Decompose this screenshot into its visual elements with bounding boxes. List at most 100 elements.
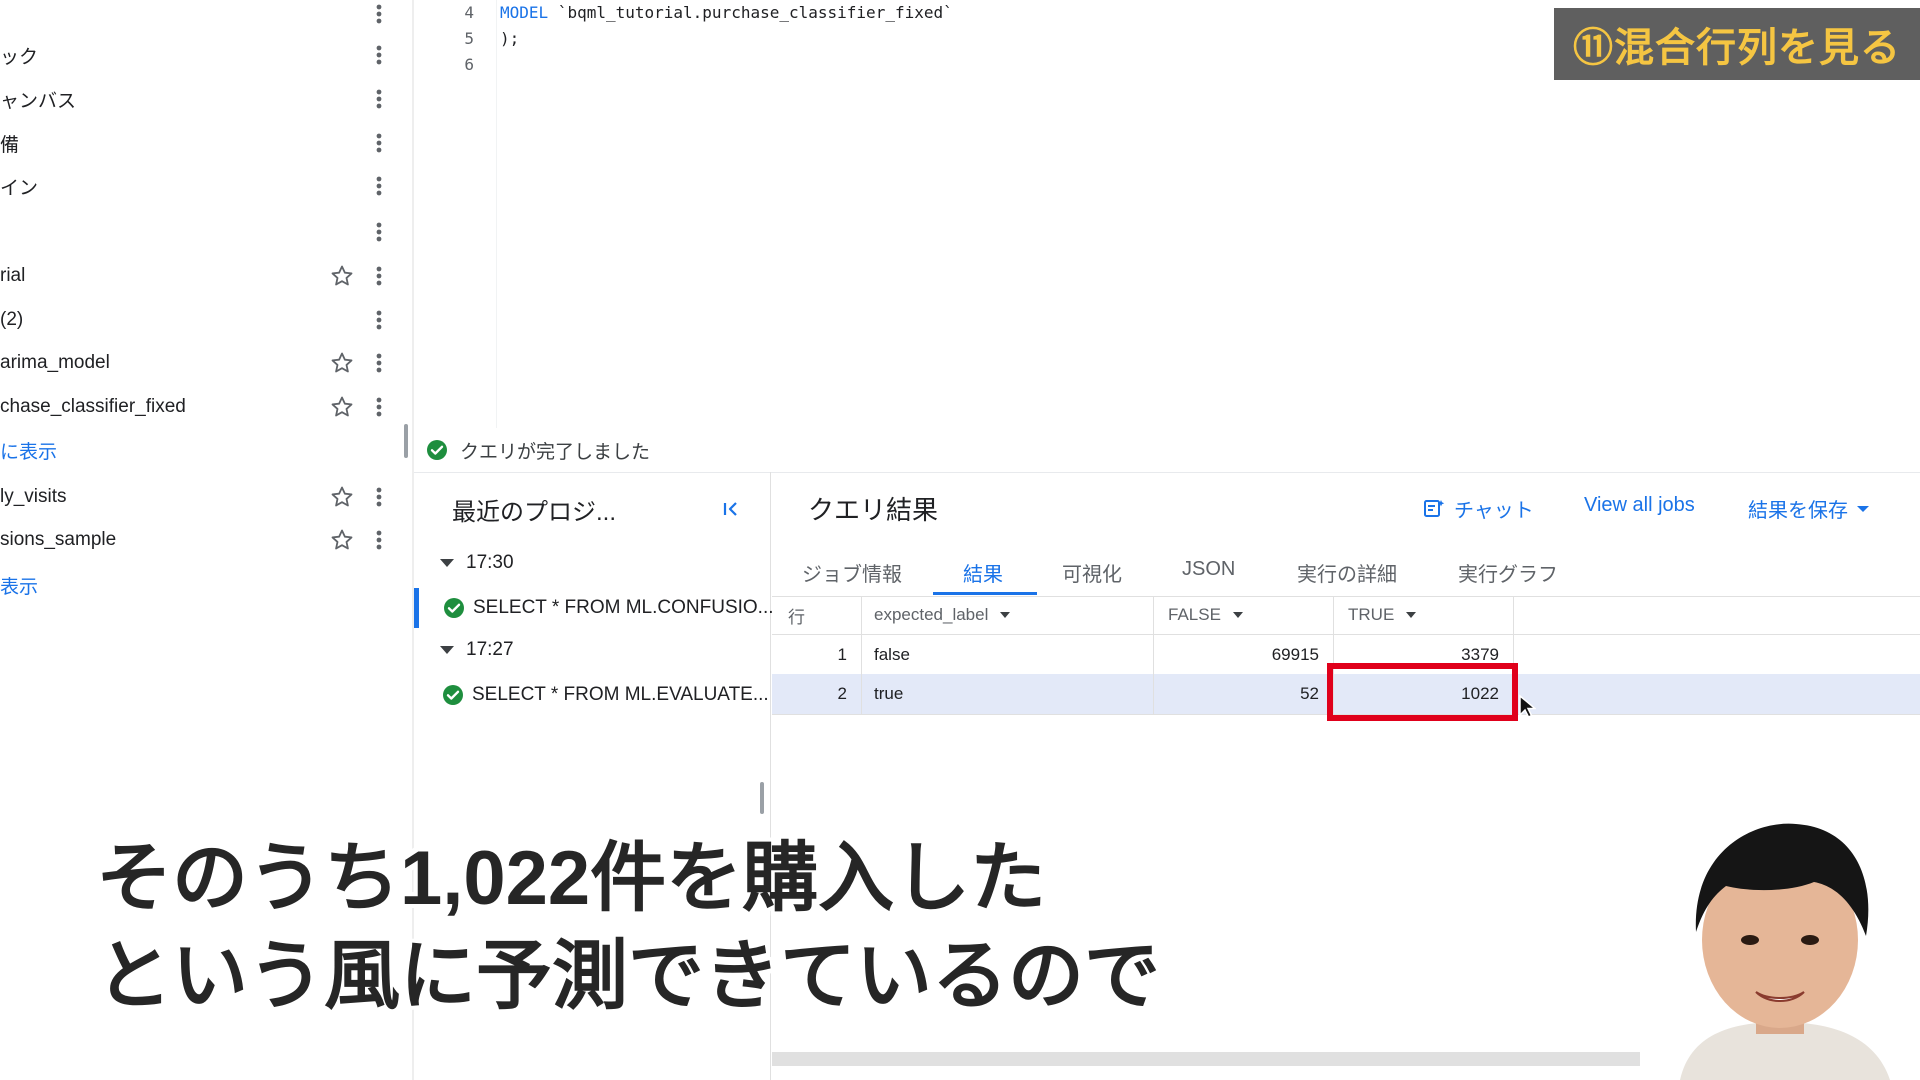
query-status-bar: クエリが完了しました <box>414 428 1920 473</box>
view-all-jobs-label: View all jobs <box>1584 494 1695 516</box>
tab-execution-details[interactable]: 実行の詳細 <box>1297 558 1397 587</box>
code-text: `bqml_tutorial.purchase_classifier_fixed… <box>548 3 953 22</box>
false-count-cell: 69915 <box>1154 635 1334 675</box>
star-icon[interactable] <box>330 485 354 509</box>
explorer-item[interactable]: arima_model <box>0 343 400 383</box>
tab-results[interactable]: 結果 <box>963 558 1003 587</box>
star-icon[interactable] <box>330 395 354 419</box>
chapter-tag: ⑪混合行列を見る <box>1554 8 1920 80</box>
highlight-box <box>1327 663 1518 721</box>
show-more-link[interactable]: に表示 <box>0 430 400 470</box>
row-number-cell: 2 <box>772 674 862 714</box>
tab-job-info[interactable]: ジョブ情報 <box>802 558 902 587</box>
star-icon[interactable] <box>330 528 354 552</box>
explorer-item[interactable]: ック <box>0 35 400 75</box>
column-header-label: FALSE <box>1168 605 1221 624</box>
more-vert-icon[interactable] <box>369 264 389 288</box>
results-title: クエリ結果 <box>808 495 939 525</box>
column-header-expected-label[interactable]: expected_label <box>862 596 1154 634</box>
tab-execution-graph[interactable]: 実行グラフ <box>1458 558 1558 587</box>
job-query-text: SELECT * FROM ML.EVALUATE... <box>472 684 769 705</box>
sort-dropdown-icon[interactable] <box>1231 610 1245 620</box>
more-vert-icon[interactable] <box>369 2 389 26</box>
sort-dropdown-icon[interactable] <box>1404 610 1418 620</box>
results-tabs: ジョブ情報 結果 可視化 JSON 実行の詳細 実行グラフ <box>772 544 1920 597</box>
recent-resize-handle[interactable] <box>760 782 764 814</box>
expected-label-cell: true <box>862 674 1154 714</box>
more-vert-icon[interactable] <box>369 174 389 198</box>
tab-json[interactable]: JSON <box>1182 558 1235 581</box>
recent-panel-title: 最近のプロジ... <box>452 499 617 526</box>
more-vert-icon[interactable] <box>369 87 389 111</box>
presenter-webcam <box>1640 800 1920 1080</box>
sort-dropdown-icon[interactable] <box>998 610 1012 620</box>
explorer-item[interactable]: sions_sample <box>0 520 400 560</box>
column-header-row[interactable]: 行 <box>772 596 862 634</box>
explorer-item[interactable]: ly_visits <box>0 477 400 517</box>
star-icon[interactable] <box>330 351 354 375</box>
column-header-false[interactable]: FALSE <box>1154 596 1334 634</box>
line-number: 6 <box>464 55 474 74</box>
check-circle-icon <box>427 440 447 460</box>
explorer-resize-handle[interactable] <box>404 424 408 458</box>
more-vert-icon[interactable] <box>369 528 389 552</box>
job-group-header[interactable]: 17:30 <box>438 552 514 574</box>
explorer-item-label: イン <box>0 177 39 199</box>
line-number: 4 <box>464 3 474 22</box>
code-keyword: MODEL <box>500 3 549 22</box>
chat-button[interactable]: チャット <box>1422 494 1534 523</box>
collapse-panel-icon[interactable] <box>720 498 742 520</box>
gutter-divider <box>496 0 497 428</box>
column-header-label: 行 <box>788 607 805 627</box>
job-item[interactable]: SELECT * FROM ML.EVALUATE... <box>418 675 769 715</box>
more-vert-icon[interactable] <box>369 351 389 375</box>
chat-label: チャット <box>1454 500 1534 522</box>
more-vert-icon[interactable] <box>369 131 389 155</box>
code-line[interactable]: MODEL `bqml_tutorial.purchase_classifier… <box>500 3 953 22</box>
check-circle-icon <box>443 685 463 705</box>
explorer-item[interactable] <box>0 0 400 34</box>
job-group-time: 17:27 <box>466 639 514 660</box>
chat-icon <box>1424 499 1445 517</box>
explorer-item[interactable]: イン <box>0 166 400 206</box>
arrow-drop-down-icon <box>1857 505 1869 512</box>
column-header-label: TRUE <box>1348 605 1395 624</box>
show-more-link[interactable]: 表示 <box>0 565 400 605</box>
explorer-item-label: arima_model <box>0 352 110 373</box>
explorer-item[interactable] <box>0 212 400 252</box>
job-item[interactable]: SELECT * FROM ML.CONFUSIO... <box>414 588 774 628</box>
job-group-time: 17:30 <box>466 552 514 573</box>
view-all-jobs-button[interactable]: View all jobs <box>1584 494 1695 517</box>
job-group-header[interactable]: 17:27 <box>438 639 514 661</box>
code-line[interactable]: ); <box>500 29 519 48</box>
row-number-cell: 1 <box>772 635 862 675</box>
video-subtitle: そのうち1,022件を購入した という風に予測できているので <box>96 830 1160 1026</box>
more-vert-icon[interactable] <box>369 308 389 332</box>
explorer-item[interactable]: rial <box>0 256 400 296</box>
explorer-item-label: chase_classifier_fixed <box>0 396 186 417</box>
explorer-item[interactable]: chase_classifier_fixed <box>0 387 400 427</box>
save-results-label: 結果を保存 <box>1748 500 1848 522</box>
explorer-item[interactable]: ャンバス <box>0 79 400 119</box>
false-count-cell: 52 <box>1154 674 1334 714</box>
more-vert-icon[interactable] <box>369 485 389 509</box>
more-vert-icon[interactable] <box>369 395 389 419</box>
explorer-item[interactable]: (2) <box>0 300 400 340</box>
expected-label-cell: false <box>862 635 1154 675</box>
line-number: 5 <box>464 29 474 48</box>
explorer-item-label: ャンバス <box>0 90 77 112</box>
subtitle-line: という風に予測できているので <box>96 934 1160 1019</box>
job-query-text: SELECT * FROM ML.CONFUSIO... <box>473 597 774 618</box>
tab-visualization[interactable]: 可視化 <box>1062 558 1122 587</box>
mouse-cursor-icon <box>1519 694 1536 719</box>
explorer-item-label: sions_sample <box>0 529 117 550</box>
save-results-button[interactable]: 結果を保存 <box>1748 494 1870 523</box>
more-vert-icon[interactable] <box>369 220 389 244</box>
star-icon[interactable] <box>330 264 354 288</box>
explorer-item[interactable]: 備 <box>0 123 400 163</box>
more-vert-icon[interactable] <box>369 43 389 67</box>
arrow-drop-down-icon <box>440 646 454 654</box>
subtitle-line: そのうち1,022件を購入した <box>96 836 1047 921</box>
column-header-true[interactable]: TRUE <box>1334 596 1514 634</box>
code-text: ); <box>500 29 520 48</box>
